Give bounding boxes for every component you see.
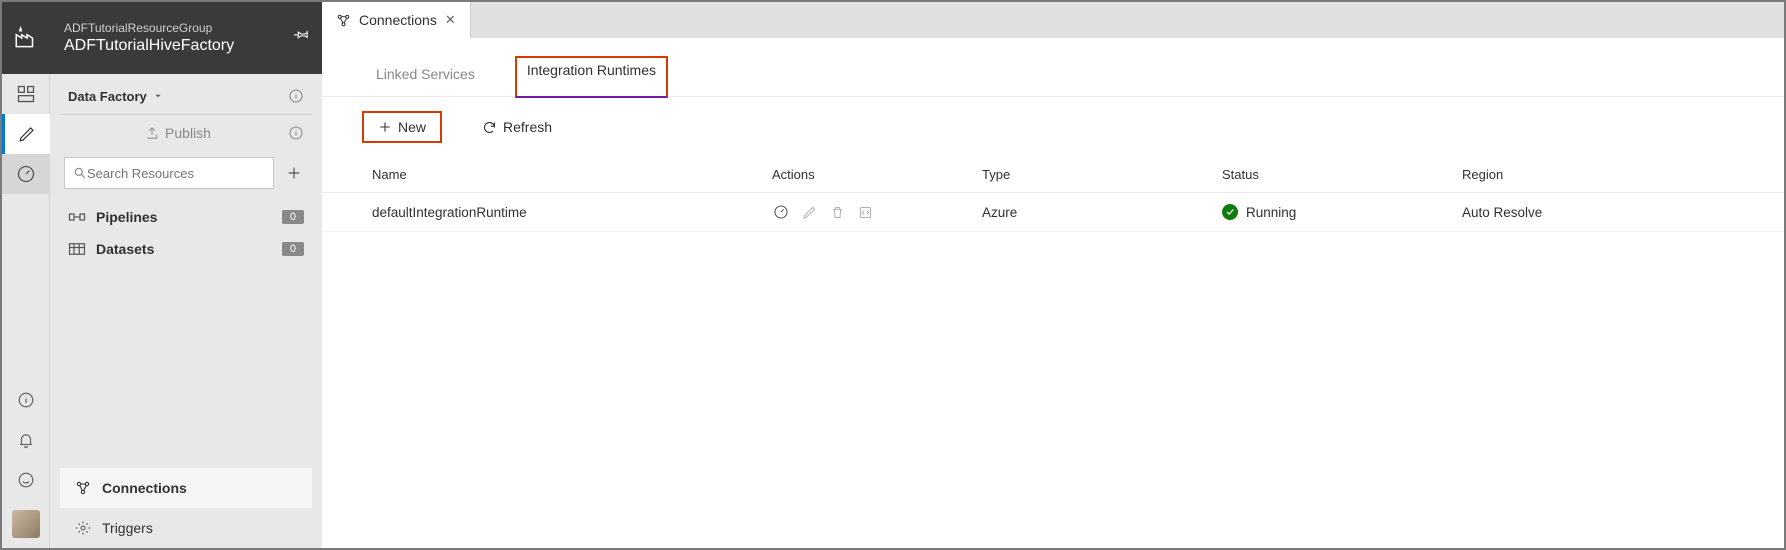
main: Connections ✕ Linked Services Integratio… xyxy=(322,2,1784,548)
chevron-down-icon xyxy=(153,91,163,101)
author-pencil-icon[interactable] xyxy=(2,114,50,154)
factory-name-label: ADFTutorialHiveFactory xyxy=(64,37,308,55)
feedback-smile-icon[interactable] xyxy=(2,460,50,500)
info-icon[interactable] xyxy=(288,125,304,141)
document-tab-label: Connections xyxy=(359,12,437,28)
cell-type: Azure xyxy=(982,205,1222,220)
sidebar-item-label: Triggers xyxy=(102,520,153,536)
cell-name: defaultIntegrationRuntime xyxy=(372,205,772,220)
new-button[interactable]: New xyxy=(362,111,442,143)
count-badge: 0 xyxy=(282,242,304,256)
tree-item-pipelines[interactable]: Pipelines 0 xyxy=(60,201,312,233)
sidebar-header: ADFTutorialResourceGroup ADFTutorialHive… xyxy=(50,2,322,74)
tree-item-label: Pipelines xyxy=(96,209,157,225)
content-area: Linked Services Integration Runtimes New… xyxy=(322,38,1784,548)
tree-item-datasets[interactable]: Datasets 0 xyxy=(60,233,312,265)
pin-icon[interactable] xyxy=(294,26,310,42)
breadcrumb-label: Data Factory xyxy=(68,89,147,104)
user-avatar[interactable] xyxy=(12,510,40,538)
upload-icon xyxy=(145,126,159,140)
col-header-region[interactable]: Region xyxy=(1462,167,1744,182)
search-input[interactable] xyxy=(87,166,265,181)
col-header-type[interactable]: Type xyxy=(982,167,1222,182)
tab-linked-services[interactable]: Linked Services xyxy=(372,56,479,96)
factory-logo-icon[interactable] xyxy=(2,2,50,74)
runtimes-grid: Name Actions Type Status Region defaultI… xyxy=(322,157,1784,232)
toolbar: New Refresh xyxy=(322,97,1784,157)
notifications-bell-icon[interactable] xyxy=(2,420,50,460)
col-header-actions[interactable]: Actions xyxy=(772,167,982,182)
breadcrumb-row: Data Factory xyxy=(60,74,312,115)
monitor-action-icon[interactable] xyxy=(772,203,790,221)
col-header-status[interactable]: Status xyxy=(1222,167,1462,182)
pipeline-icon xyxy=(68,210,86,224)
tree-item-label: Datasets xyxy=(96,241,154,257)
resource-group-label: ADFTutorialResourceGroup xyxy=(64,21,308,35)
tab-label: Integration Runtimes xyxy=(527,62,656,78)
sidebar-item-connections[interactable]: Connections xyxy=(60,468,312,508)
cell-actions xyxy=(772,203,982,221)
cell-status: Running xyxy=(1222,204,1462,220)
status-running-icon xyxy=(1222,204,1238,220)
search-box[interactable] xyxy=(64,157,274,189)
cell-region: Auto Resolve xyxy=(1462,205,1744,220)
search-row xyxy=(60,151,312,201)
grid-row[interactable]: defaultIntegrationRuntime Azure xyxy=(322,193,1784,232)
tab-label: Linked Services xyxy=(376,66,475,82)
sidebar-item-triggers[interactable]: Triggers xyxy=(60,508,312,548)
document-tab-connections[interactable]: Connections ✕ xyxy=(322,2,471,38)
grid-header: Name Actions Type Status Region xyxy=(322,157,1784,193)
edit-action-icon[interactable] xyxy=(800,203,818,221)
publish-label: Publish xyxy=(165,125,211,141)
breadcrumb[interactable]: Data Factory xyxy=(68,89,163,104)
info-icon[interactable] xyxy=(2,380,50,420)
refresh-button[interactable]: Refresh xyxy=(468,113,566,141)
delete-action-icon[interactable] xyxy=(828,203,846,221)
status-text: Running xyxy=(1246,205,1296,220)
sidebar-item-label: Connections xyxy=(102,480,187,496)
sidebar: ADFTutorialResourceGroup ADFTutorialHive… xyxy=(50,2,322,548)
tab-integration-runtimes[interactable]: Integration Runtimes xyxy=(515,56,668,98)
plus-icon xyxy=(286,165,302,181)
connections-icon xyxy=(336,13,351,28)
code-action-icon[interactable] xyxy=(856,203,874,221)
sub-tabs: Linked Services Integration Runtimes xyxy=(322,38,1784,97)
refresh-icon xyxy=(482,120,497,135)
publish-row: Publish xyxy=(60,115,312,151)
monitor-gauge-icon[interactable] xyxy=(2,154,50,194)
publish-button[interactable]: Publish xyxy=(145,125,211,141)
trigger-gear-icon xyxy=(74,520,92,536)
count-badge: 0 xyxy=(282,210,304,224)
dataset-icon xyxy=(68,242,86,256)
overview-icon[interactable] xyxy=(2,74,50,114)
info-icon[interactable] xyxy=(288,88,304,104)
close-icon[interactable]: ✕ xyxy=(445,12,456,28)
col-header-name[interactable]: Name xyxy=(372,167,772,182)
icon-rail xyxy=(2,2,50,548)
add-resource-button[interactable] xyxy=(280,157,308,189)
plus-icon xyxy=(378,120,392,134)
document-tabbar: Connections ✕ xyxy=(322,2,1784,38)
refresh-button-label: Refresh xyxy=(503,119,552,135)
search-icon xyxy=(73,166,87,180)
connections-icon xyxy=(74,480,92,496)
new-button-label: New xyxy=(398,119,426,135)
